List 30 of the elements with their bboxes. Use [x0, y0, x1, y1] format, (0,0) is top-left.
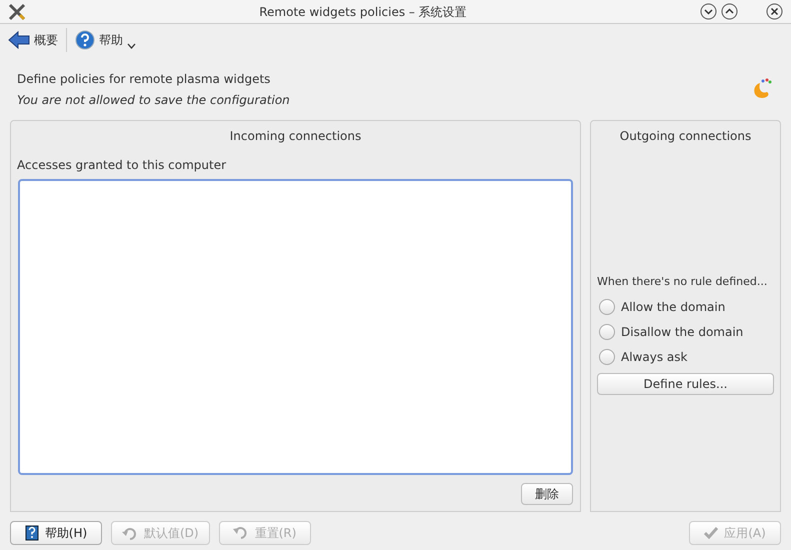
close-icon[interactable] [766, 3, 783, 20]
panel-title: Incoming connections [228, 128, 362, 145]
radio-option[interactable]: Always ask [599, 344, 774, 369]
window-title: Remote widgets policies – 系统设置 [258, 4, 468, 20]
radio-button[interactable] [599, 298, 615, 314]
panel-title: Outgoing connections [618, 128, 752, 145]
access-list[interactable] [18, 179, 573, 475]
minimize-icon[interactable] [700, 3, 717, 20]
radio-option[interactable]: Disallow the domain [599, 319, 774, 344]
rule-prompt: When there's no rule defined... [597, 274, 768, 290]
help-book-icon [24, 525, 39, 541]
radio-button[interactable] [599, 348, 615, 364]
arrow-left-icon [8, 31, 30, 49]
define-rules-button[interactable]: Define rules... [597, 373, 774, 395]
maximize-icon[interactable] [721, 3, 738, 20]
notice-text: You are not allowed to save the configuration [17, 92, 291, 109]
radio-button[interactable] [599, 324, 615, 340]
help-icon [75, 30, 95, 50]
undo-icon [122, 526, 138, 540]
tools-icon [8, 2, 26, 20]
undo-icon [232, 526, 249, 540]
page-title: Define policies for remote plasma widgets [17, 71, 272, 88]
help-button[interactable]: 帮助 [75, 30, 136, 50]
radio-option[interactable]: Allow the domain [599, 294, 774, 319]
check-icon [704, 527, 718, 539]
list-label: Accesses granted to this computer [17, 157, 228, 174]
help-button[interactable]: 帮助(H) [10, 521, 102, 545]
back-button[interactable]: 概要 [8, 31, 58, 49]
delete-button[interactable]: 删除 [521, 483, 573, 505]
caret-icon [127, 43, 136, 49]
